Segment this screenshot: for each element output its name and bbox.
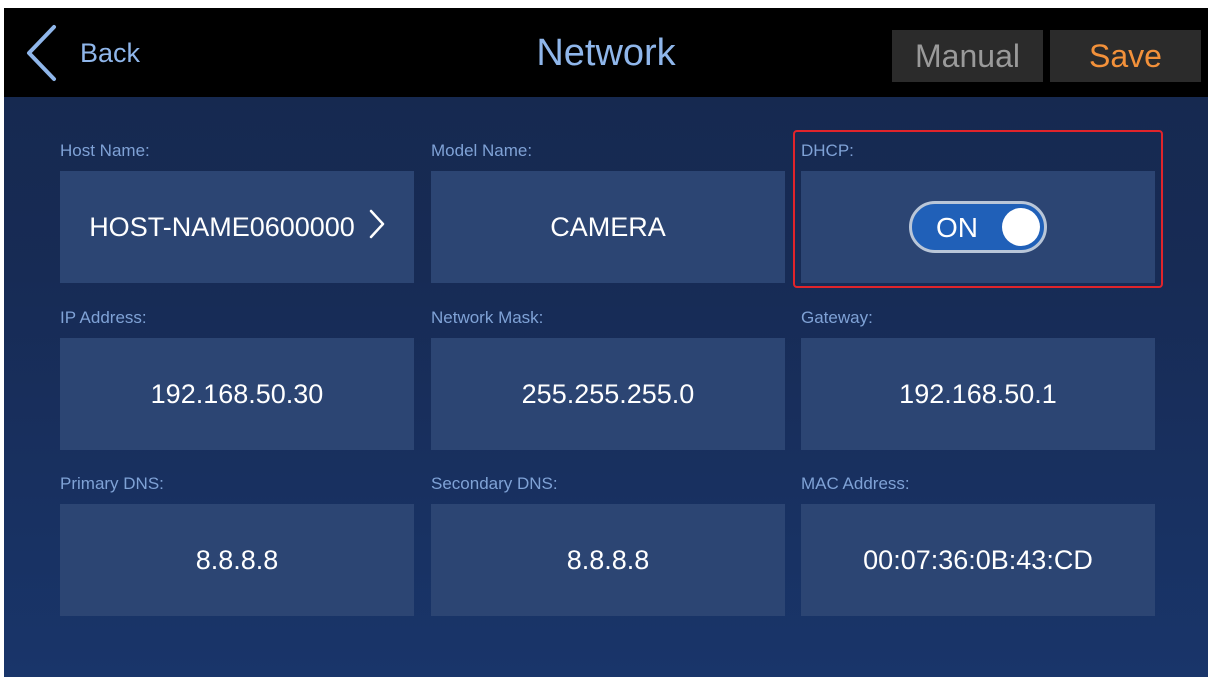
network-settings-screen: Back Network Manual Save Host Name: HOST… [4,8,1208,677]
primary-dns-field[interactable]: 8.8.8.8 [60,504,414,616]
ip-address-field[interactable]: 192.168.50.30 [60,338,414,450]
save-button[interactable]: Save [1050,30,1201,82]
model-name-value: CAMERA [550,211,666,242]
gateway-field[interactable]: 192.168.50.1 [801,338,1155,450]
manual-button[interactable]: Manual [892,30,1043,82]
top-bar: Back Network Manual Save [4,8,1208,97]
gateway-label: Gateway: [801,308,873,327]
host-name-field[interactable]: HOST-NAME0600000 [60,171,414,283]
mac-address-value: 00:07:36:0B:43:CD [863,544,1093,575]
network-mask-field[interactable]: 255.255.255.0 [431,338,785,450]
back-button[interactable]: Back [24,24,184,82]
model-name-label: Model Name: [431,141,533,160]
mac-address-label: MAC Address: [801,474,910,493]
host-name-label: Host Name: [60,141,150,160]
primary-dns-value: 8.8.8.8 [195,544,279,575]
ip-address-value: 192.168.50.30 [150,378,324,409]
mac-address-field: 00:07:36:0B:43:CD [801,504,1155,616]
network-mask-label: Network Mask: [431,308,544,327]
dhcp-field: ON [801,171,1155,283]
dhcp-label: DHCP: [801,141,854,160]
gateway-value: 192.168.50.1 [899,378,1057,409]
host-name-value: HOST-NAME0600000 [89,211,355,242]
ip-address-label: IP Address: [60,308,147,327]
back-label: Back [80,37,141,68]
toggle-knob [1002,208,1040,246]
network-mask-value: 255.255.255.0 [521,378,695,409]
primary-dns-label: Primary DNS: [60,474,164,493]
dhcp-toggle-label: ON [936,212,978,243]
chevron-right-icon [369,209,385,246]
model-name-field: CAMERA [431,171,785,283]
secondary-dns-label: Secondary DNS: [431,474,558,493]
secondary-dns-value: 8.8.8.8 [566,544,650,575]
chevron-left-icon [24,24,58,82]
secondary-dns-field[interactable]: 8.8.8.8 [431,504,785,616]
dhcp-toggle[interactable]: ON [909,201,1047,253]
